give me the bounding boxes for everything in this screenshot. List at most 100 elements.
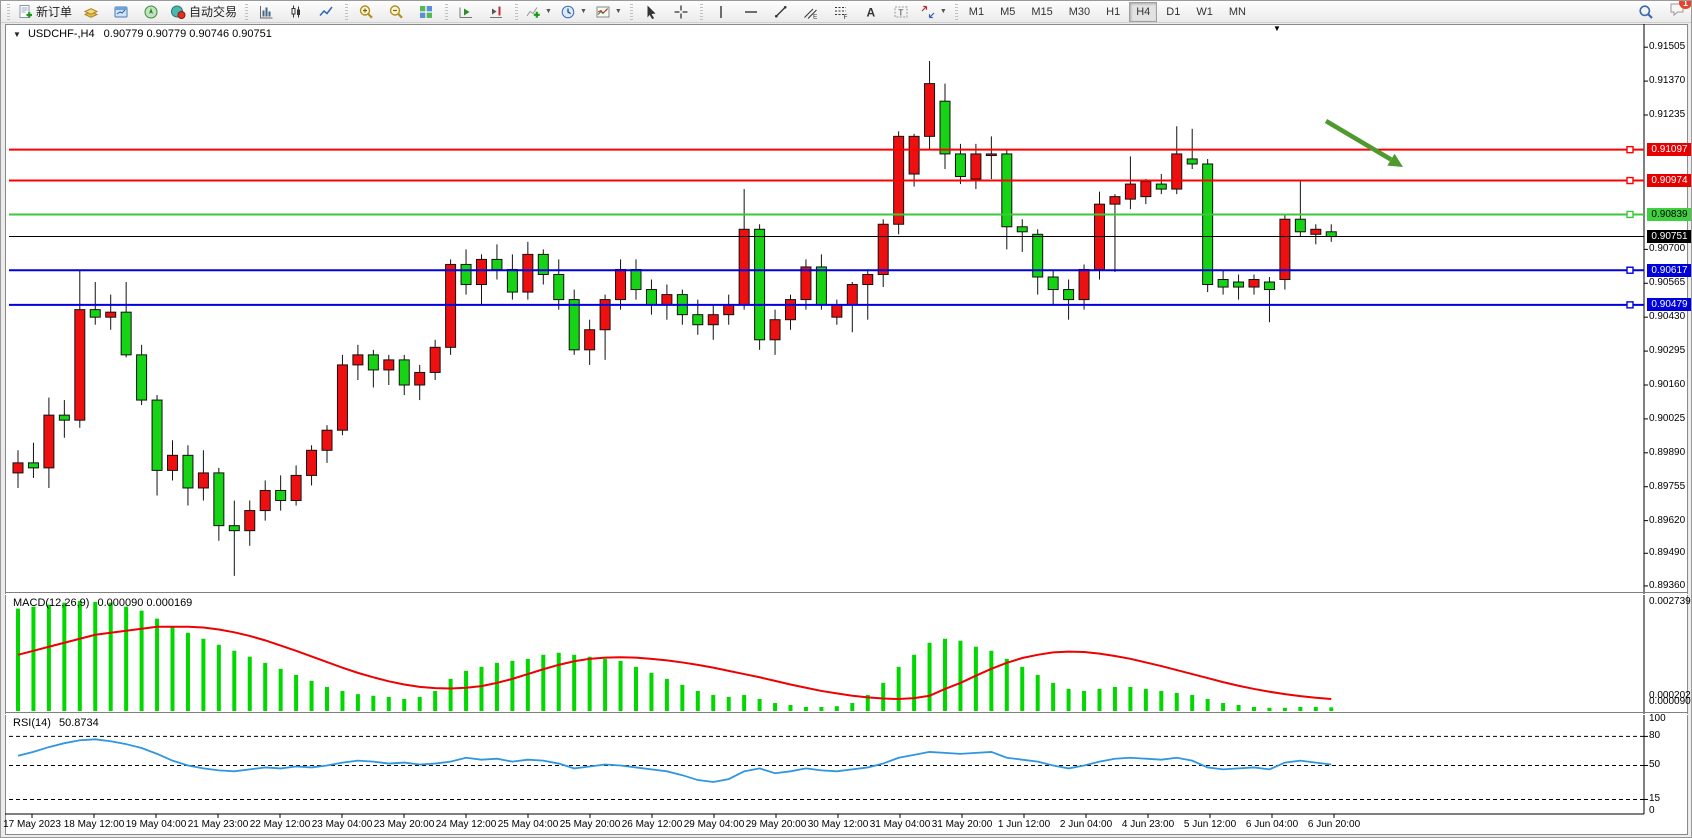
zoom-out-button[interactable] <box>381 1 411 23</box>
time-axis-label: 17 May 2023 <box>3 819 61 830</box>
line-handle[interactable] <box>1627 267 1633 273</box>
line-handle[interactable] <box>1627 211 1633 217</box>
annotation-arrow[interactable] <box>1326 121 1391 160</box>
equidistant-channel-button[interactable]: E <box>796 1 826 23</box>
crosshair-button[interactable] <box>666 1 696 23</box>
time-axis-label: 30 May 12:00 <box>808 819 869 830</box>
candle-body <box>801 267 811 300</box>
horizontal-line-button[interactable] <box>736 1 766 23</box>
candle-body <box>1264 282 1274 290</box>
line-handle[interactable] <box>1627 147 1633 153</box>
toolbar-grip[interactable] <box>700 4 703 20</box>
crosshair-icon <box>673 4 689 20</box>
timeframe-m5-button[interactable]: M5 <box>993 2 1022 22</box>
candle-body <box>755 229 765 340</box>
line-handle[interactable] <box>1627 302 1633 308</box>
timeframe-h4-button[interactable]: H4 <box>1129 2 1157 22</box>
rsi-panel-splitter-hl <box>5 714 1688 715</box>
new-order-button[interactable]: 新订单 <box>13 1 76 23</box>
toolbar-grip[interactable] <box>245 4 248 20</box>
rsi-panel-splitter[interactable] <box>5 712 1688 713</box>
mt4-window: 新订单自动交易▼▼▼EFAT▼M1M5M15M30H1H4D1W1MN1 ▼ U… <box>0 0 1692 838</box>
timeframe-m15-button[interactable]: M15 <box>1024 2 1059 22</box>
auto-scroll-button[interactable] <box>451 1 481 23</box>
macd-panel-splitter-hl <box>5 594 1688 595</box>
candle-body <box>276 490 286 500</box>
bar-chart-button[interactable] <box>251 1 281 23</box>
navigator-button[interactable] <box>136 1 166 23</box>
timeframe-h1-button[interactable]: H1 <box>1099 2 1127 22</box>
zoom-out-icon <box>388 4 404 20</box>
scroll-to-end-marker[interactable]: ▼ <box>1273 24 1281 33</box>
chevron-down-icon[interactable]: ▼ <box>615 8 622 15</box>
chart-shift-button[interactable] <box>481 1 511 23</box>
indicators-button[interactable]: ▼ <box>521 1 556 23</box>
candle-body <box>1234 282 1244 287</box>
candle-body <box>986 154 996 156</box>
chevron-down-icon[interactable]: ▼ <box>545 8 552 15</box>
candle-body <box>708 315 718 325</box>
notification-badge: 1 <box>1679 0 1692 9</box>
candle-body <box>1110 197 1120 205</box>
rsi-axis-label: 15 <box>1649 793 1660 804</box>
rsi-axis-label: 80 <box>1649 730 1660 741</box>
toolbar-grip[interactable] <box>345 4 348 20</box>
text-button[interactable]: A <box>856 1 886 23</box>
toolbar-right: 1 <box>1631 1 1685 23</box>
chevron-down-icon[interactable]: ▼ <box>580 8 587 15</box>
data-window-button[interactable] <box>106 1 136 23</box>
chart-shift-icon <box>488 4 504 20</box>
timeframe-m1-button[interactable]: M1 <box>962 2 991 22</box>
timeframe-w1-button[interactable]: W1 <box>1189 2 1220 22</box>
vertical-line-button[interactable] <box>706 1 736 23</box>
line-handle[interactable] <box>1627 178 1633 184</box>
price-tick-label: 0.91370 <box>1649 75 1685 86</box>
candle-body <box>1295 219 1305 232</box>
cursor-button[interactable] <box>636 1 666 23</box>
fibonacci-button[interactable]: F <box>826 1 856 23</box>
toolbar-grip[interactable] <box>7 4 10 20</box>
candle-body <box>1156 184 1166 189</box>
time-axis-label: 24 May 12:00 <box>436 819 497 830</box>
timeframe-d1-button[interactable]: D1 <box>1159 2 1187 22</box>
periods-icon <box>560 4 576 20</box>
line-chart-button[interactable] <box>311 1 341 23</box>
timeframe-m30-button[interactable]: M30 <box>1062 2 1097 22</box>
cursor-icon <box>643 4 659 20</box>
zoom-in-button[interactable] <box>351 1 381 23</box>
toolbar-grip[interactable] <box>515 4 518 20</box>
candlestick-chart-button[interactable] <box>281 1 311 23</box>
price-tick-label: 0.90295 <box>1649 345 1685 356</box>
svg-text:E: E <box>813 13 818 20</box>
tile-windows-button[interactable] <box>411 1 441 23</box>
candle-body <box>878 224 888 274</box>
text-label-icon: T <box>893 4 909 20</box>
price-line-badge: 0.90617 <box>1647 264 1692 277</box>
price-tick-label: 0.91505 <box>1649 41 1685 52</box>
text-label-button[interactable]: T <box>886 1 916 23</box>
candle-body <box>646 290 656 305</box>
candle-body <box>507 269 517 292</box>
macd-signal-line <box>18 627 1331 699</box>
templates-button[interactable]: ▼ <box>591 1 626 23</box>
equidistant-channel-icon: E <box>803 4 819 20</box>
toolbar-grip[interactable] <box>630 4 633 20</box>
search-button[interactable] <box>1631 1 1661 23</box>
arrows-button[interactable]: ▼ <box>916 1 951 23</box>
timeframe-mn-button[interactable]: MN <box>1222 2 1253 22</box>
time-axis-label: 18 May 12:00 <box>64 819 125 830</box>
market-watch-button[interactable] <box>76 1 106 23</box>
time-axis-label: 29 May 20:00 <box>746 819 807 830</box>
horizontal-line-icon <box>743 4 759 20</box>
macd-panel-splitter[interactable] <box>5 592 1688 593</box>
toolbar-grip[interactable] <box>445 4 448 20</box>
candle-body <box>106 312 116 317</box>
toolbar-grip[interactable] <box>955 4 958 20</box>
periods-button[interactable]: ▼ <box>556 1 591 23</box>
collapse-icon[interactable]: ▼ <box>13 30 21 39</box>
trendline-button[interactable] <box>766 1 796 23</box>
candle-body <box>1048 277 1058 290</box>
chevron-down-icon[interactable]: ▼ <box>940 8 947 15</box>
autotrading-button[interactable]: 自动交易 <box>166 1 241 23</box>
chat-button[interactable]: 1 <box>1669 1 1685 22</box>
